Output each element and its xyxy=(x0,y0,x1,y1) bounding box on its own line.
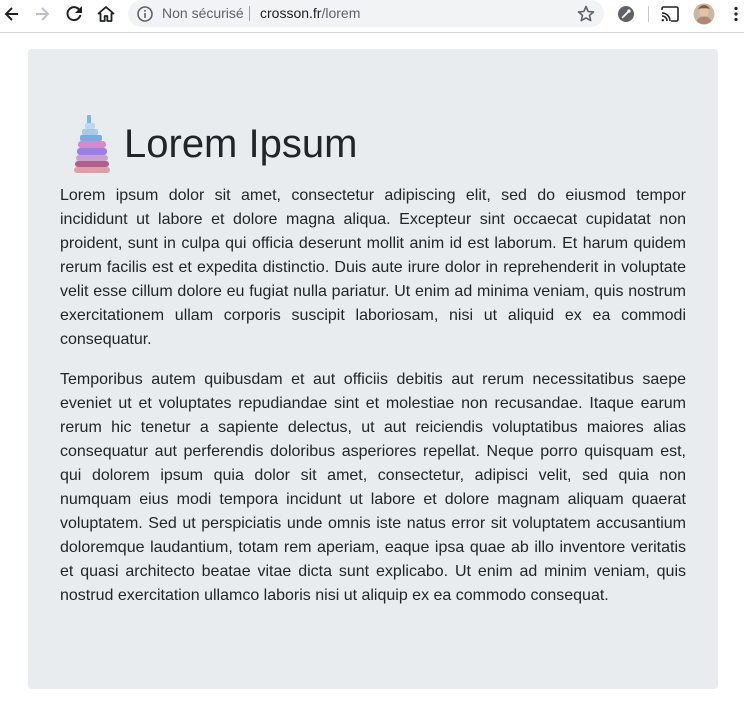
toolbar-divider xyxy=(648,6,649,22)
extension-icon xyxy=(618,6,634,22)
reload-icon xyxy=(66,6,82,22)
browser-toolbar: Non sécurisé crosson.fr/lorem xyxy=(0,0,744,28)
arrow-right-icon xyxy=(36,7,50,21)
cast-icon xyxy=(661,6,679,22)
cast-button[interactable] xyxy=(658,2,682,26)
address-bar[interactable]: Non sécurisé crosson.fr/lorem xyxy=(128,0,604,27)
security-label: Non sécurisé xyxy=(162,5,244,21)
stacked-mattresses-logo xyxy=(74,115,110,173)
avatar xyxy=(693,3,715,25)
page-header: Lorem Ipsum xyxy=(68,112,357,176)
toolbar-bottom-border xyxy=(0,32,744,33)
star-icon[interactable] xyxy=(576,4,596,24)
home-icon xyxy=(97,6,115,22)
kebab-menu-icon xyxy=(734,6,738,22)
info-icon[interactable] xyxy=(136,5,154,23)
profile-button[interactable] xyxy=(692,2,716,26)
address-separator xyxy=(249,6,250,21)
arrow-left-icon xyxy=(4,7,18,21)
reload-button[interactable] xyxy=(62,2,86,26)
url-path: /lorem xyxy=(321,5,361,21)
paragraph-1: Lorem ipsum dolor sit amet, consectetur … xyxy=(60,187,686,348)
extension-button[interactable] xyxy=(614,2,638,26)
paragraph-2: Temporibus autem quibusdam et aut offici… xyxy=(60,371,686,604)
forward-button[interactable] xyxy=(30,2,54,26)
menu-button[interactable] xyxy=(724,2,744,26)
url-text[interactable]: crosson.fr/lorem xyxy=(260,5,360,21)
back-button[interactable] xyxy=(0,2,24,26)
home-button[interactable] xyxy=(94,2,118,26)
page-title: Lorem Ipsum xyxy=(124,122,358,166)
url-host: crosson.fr xyxy=(260,5,322,21)
